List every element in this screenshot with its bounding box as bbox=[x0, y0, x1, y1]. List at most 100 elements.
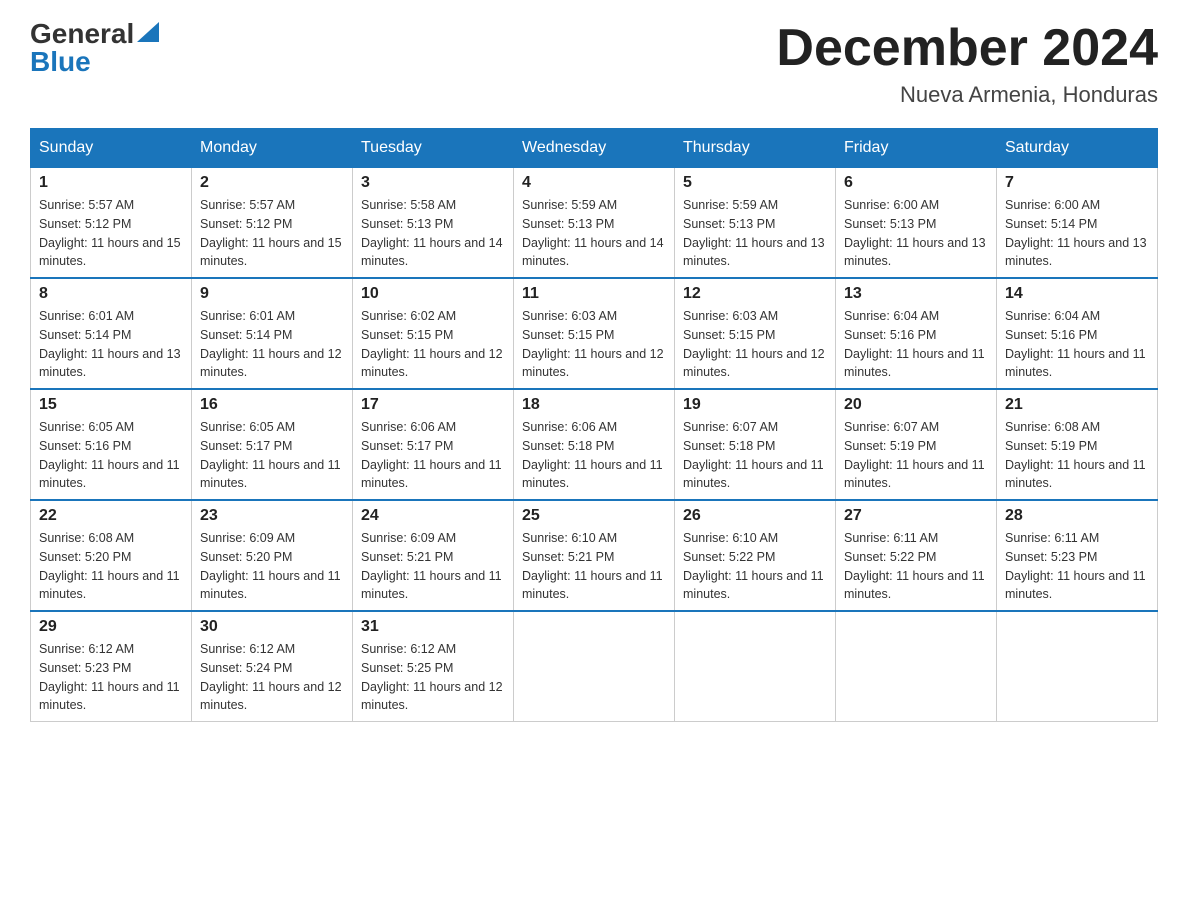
calendar-cell: 20 Sunrise: 6:07 AMSunset: 5:19 PMDayligh… bbox=[836, 389, 997, 500]
calendar-table: Sunday Monday Tuesday Wednesday Thursday… bbox=[30, 128, 1158, 722]
day-info: Sunrise: 6:03 AMSunset: 5:15 PMDaylight:… bbox=[683, 307, 827, 382]
calendar-cell bbox=[514, 611, 675, 722]
day-info: Sunrise: 5:58 AMSunset: 5:13 PMDaylight:… bbox=[361, 196, 505, 271]
day-number: 8 bbox=[39, 285, 183, 303]
day-info: Sunrise: 6:12 AMSunset: 5:25 PMDaylight:… bbox=[361, 640, 505, 715]
calendar-week-row: 8 Sunrise: 6:01 AMSunset: 5:14 PMDaylight… bbox=[31, 278, 1158, 389]
col-tuesday: Tuesday bbox=[353, 129, 514, 168]
calendar-cell: 5 Sunrise: 5:59 AMSunset: 5:13 PMDaylight… bbox=[675, 168, 836, 279]
location-subtitle: Nueva Armenia, Honduras bbox=[776, 82, 1158, 108]
calendar-cell: 23 Sunrise: 6:09 AMSunset: 5:20 PMDayligh… bbox=[192, 500, 353, 611]
calendar-cell: 18Sunrise: 6:06 AMSunset: 5:18 PMDayligh… bbox=[514, 389, 675, 500]
page-header: General Blue December 2024 Nueva Armenia… bbox=[30, 20, 1158, 108]
day-info: Sunrise: 5:57 AMSunset: 5:12 PMDaylight:… bbox=[200, 196, 344, 271]
logo: General Blue bbox=[30, 20, 159, 76]
calendar-cell: 3Sunrise: 5:58 AMSunset: 5:13 PMDaylight… bbox=[353, 168, 514, 279]
day-number: 16 bbox=[200, 396, 344, 414]
col-saturday: Saturday bbox=[997, 129, 1158, 168]
day-number: 23 bbox=[200, 507, 344, 525]
logo-triangle-icon bbox=[137, 22, 159, 42]
calendar-cell: 26 Sunrise: 6:10 AMSunset: 5:22 PMDayligh… bbox=[675, 500, 836, 611]
calendar-cell: 13 Sunrise: 6:04 AMSunset: 5:16 PMDayligh… bbox=[836, 278, 997, 389]
day-info: Sunrise: 6:09 AMSunset: 5:20 PMDaylight:… bbox=[200, 529, 344, 604]
calendar-week-row: 29Sunrise: 6:12 AMSunset: 5:23 PMDayligh… bbox=[31, 611, 1158, 722]
calendar-week-row: 15Sunrise: 6:05 AMSunset: 5:16 PMDayligh… bbox=[31, 389, 1158, 500]
calendar-cell: 24 Sunrise: 6:09 AMSunset: 5:21 PMDayligh… bbox=[353, 500, 514, 611]
day-info: Sunrise: 6:03 AMSunset: 5:15 PMDaylight:… bbox=[522, 307, 666, 382]
logo-blue: Blue bbox=[30, 48, 91, 76]
day-info: Sunrise: 6:10 AMSunset: 5:21 PMDaylight:… bbox=[522, 529, 666, 604]
day-number: 25 bbox=[522, 507, 666, 525]
logo-general: General bbox=[30, 20, 134, 48]
day-info: Sunrise: 6:08 AMSunset: 5:20 PMDaylight:… bbox=[39, 529, 183, 604]
calendar-cell: 29Sunrise: 6:12 AMSunset: 5:23 PMDayligh… bbox=[31, 611, 192, 722]
calendar-cell: 14 Sunrise: 6:04 AMSunset: 5:16 PMDayligh… bbox=[997, 278, 1158, 389]
day-number: 17 bbox=[361, 396, 505, 414]
day-info: Sunrise: 6:12 AMSunset: 5:23 PMDaylight:… bbox=[39, 640, 183, 715]
day-number: 22 bbox=[39, 507, 183, 525]
calendar-cell: 2 Sunrise: 5:57 AMSunset: 5:12 PMDaylight… bbox=[192, 168, 353, 279]
calendar-cell: 9 Sunrise: 6:01 AMSunset: 5:14 PMDaylight… bbox=[192, 278, 353, 389]
day-info: Sunrise: 6:02 AMSunset: 5:15 PMDaylight:… bbox=[361, 307, 505, 382]
day-number: 24 bbox=[361, 507, 505, 525]
day-number: 5 bbox=[683, 174, 827, 192]
calendar-cell bbox=[675, 611, 836, 722]
day-number: 19 bbox=[683, 396, 827, 414]
day-number: 2 bbox=[200, 174, 344, 192]
header-row: Sunday Monday Tuesday Wednesday Thursday… bbox=[31, 129, 1158, 168]
calendar-cell: 19 Sunrise: 6:07 AMSunset: 5:18 PMDayligh… bbox=[675, 389, 836, 500]
calendar-cell: 30Sunrise: 6:12 AMSunset: 5:24 PMDayligh… bbox=[192, 611, 353, 722]
day-info: Sunrise: 6:04 AMSunset: 5:16 PMDaylight:… bbox=[1005, 307, 1149, 382]
calendar-cell: 1Sunrise: 5:57 AMSunset: 5:12 PMDaylight… bbox=[31, 168, 192, 279]
calendar-cell: 11Sunrise: 6:03 AMSunset: 5:15 PMDayligh… bbox=[514, 278, 675, 389]
day-info: Sunrise: 6:09 AMSunset: 5:21 PMDaylight:… bbox=[361, 529, 505, 604]
calendar-week-row: 22 Sunrise: 6:08 AMSunset: 5:20 PMDayligh… bbox=[31, 500, 1158, 611]
col-wednesday: Wednesday bbox=[514, 129, 675, 168]
calendar-cell bbox=[997, 611, 1158, 722]
day-number: 9 bbox=[200, 285, 344, 303]
calendar-cell bbox=[836, 611, 997, 722]
calendar-cell: 12 Sunrise: 6:03 AMSunset: 5:15 PMDayligh… bbox=[675, 278, 836, 389]
day-info: Sunrise: 6:00 AMSunset: 5:14 PMDaylight:… bbox=[1005, 196, 1149, 271]
day-number: 26 bbox=[683, 507, 827, 525]
day-number: 12 bbox=[683, 285, 827, 303]
col-friday: Friday bbox=[836, 129, 997, 168]
day-info: Sunrise: 6:01 AMSunset: 5:14 PMDaylight:… bbox=[39, 307, 183, 382]
calendar-cell: 21Sunrise: 6:08 AMSunset: 5:19 PMDayligh… bbox=[997, 389, 1158, 500]
day-number: 20 bbox=[844, 396, 988, 414]
day-number: 27 bbox=[844, 507, 988, 525]
day-number: 21 bbox=[1005, 396, 1149, 414]
col-thursday: Thursday bbox=[675, 129, 836, 168]
day-number: 18 bbox=[522, 396, 666, 414]
calendar-cell: 16Sunrise: 6:05 AMSunset: 5:17 PMDayligh… bbox=[192, 389, 353, 500]
col-monday: Monday bbox=[192, 129, 353, 168]
day-number: 30 bbox=[200, 618, 344, 636]
calendar-cell: 31 Sunrise: 6:12 AMSunset: 5:25 PMDayligh… bbox=[353, 611, 514, 722]
day-info: Sunrise: 6:07 AMSunset: 5:18 PMDaylight:… bbox=[683, 418, 827, 493]
calendar-cell: 22 Sunrise: 6:08 AMSunset: 5:20 PMDayligh… bbox=[31, 500, 192, 611]
day-number: 7 bbox=[1005, 174, 1149, 192]
day-info: Sunrise: 6:01 AMSunset: 5:14 PMDaylight:… bbox=[200, 307, 344, 382]
day-info: Sunrise: 6:04 AMSunset: 5:16 PMDaylight:… bbox=[844, 307, 988, 382]
title-section: December 2024 Nueva Armenia, Honduras bbox=[776, 20, 1158, 108]
day-info: Sunrise: 6:07 AMSunset: 5:19 PMDaylight:… bbox=[844, 418, 988, 493]
day-info: Sunrise: 6:10 AMSunset: 5:22 PMDaylight:… bbox=[683, 529, 827, 604]
day-number: 14 bbox=[1005, 285, 1149, 303]
day-number: 31 bbox=[361, 618, 505, 636]
calendar-cell: 27 Sunrise: 6:11 AMSunset: 5:22 PMDayligh… bbox=[836, 500, 997, 611]
calendar-cell: 28Sunrise: 6:11 AMSunset: 5:23 PMDayligh… bbox=[997, 500, 1158, 611]
col-sunday: Sunday bbox=[31, 129, 192, 168]
day-number: 28 bbox=[1005, 507, 1149, 525]
day-number: 10 bbox=[361, 285, 505, 303]
calendar-cell: 4Sunrise: 5:59 AMSunset: 5:13 PMDaylight… bbox=[514, 168, 675, 279]
day-number: 4 bbox=[522, 174, 666, 192]
calendar-cell: 6Sunrise: 6:00 AMSunset: 5:13 PMDaylight… bbox=[836, 168, 997, 279]
calendar-week-row: 1Sunrise: 5:57 AMSunset: 5:12 PMDaylight… bbox=[31, 168, 1158, 279]
calendar-cell: 25 Sunrise: 6:10 AMSunset: 5:21 PMDayligh… bbox=[514, 500, 675, 611]
day-number: 13 bbox=[844, 285, 988, 303]
calendar-cell: 17 Sunrise: 6:06 AMSunset: 5:17 PMDayligh… bbox=[353, 389, 514, 500]
day-info: Sunrise: 6:06 AMSunset: 5:17 PMDaylight:… bbox=[361, 418, 505, 493]
day-info: Sunrise: 6:05 AMSunset: 5:16 PMDaylight:… bbox=[39, 418, 183, 493]
day-info: Sunrise: 6:11 AMSunset: 5:22 PMDaylight:… bbox=[844, 529, 988, 604]
day-info: Sunrise: 5:59 AMSunset: 5:13 PMDaylight:… bbox=[683, 196, 827, 271]
